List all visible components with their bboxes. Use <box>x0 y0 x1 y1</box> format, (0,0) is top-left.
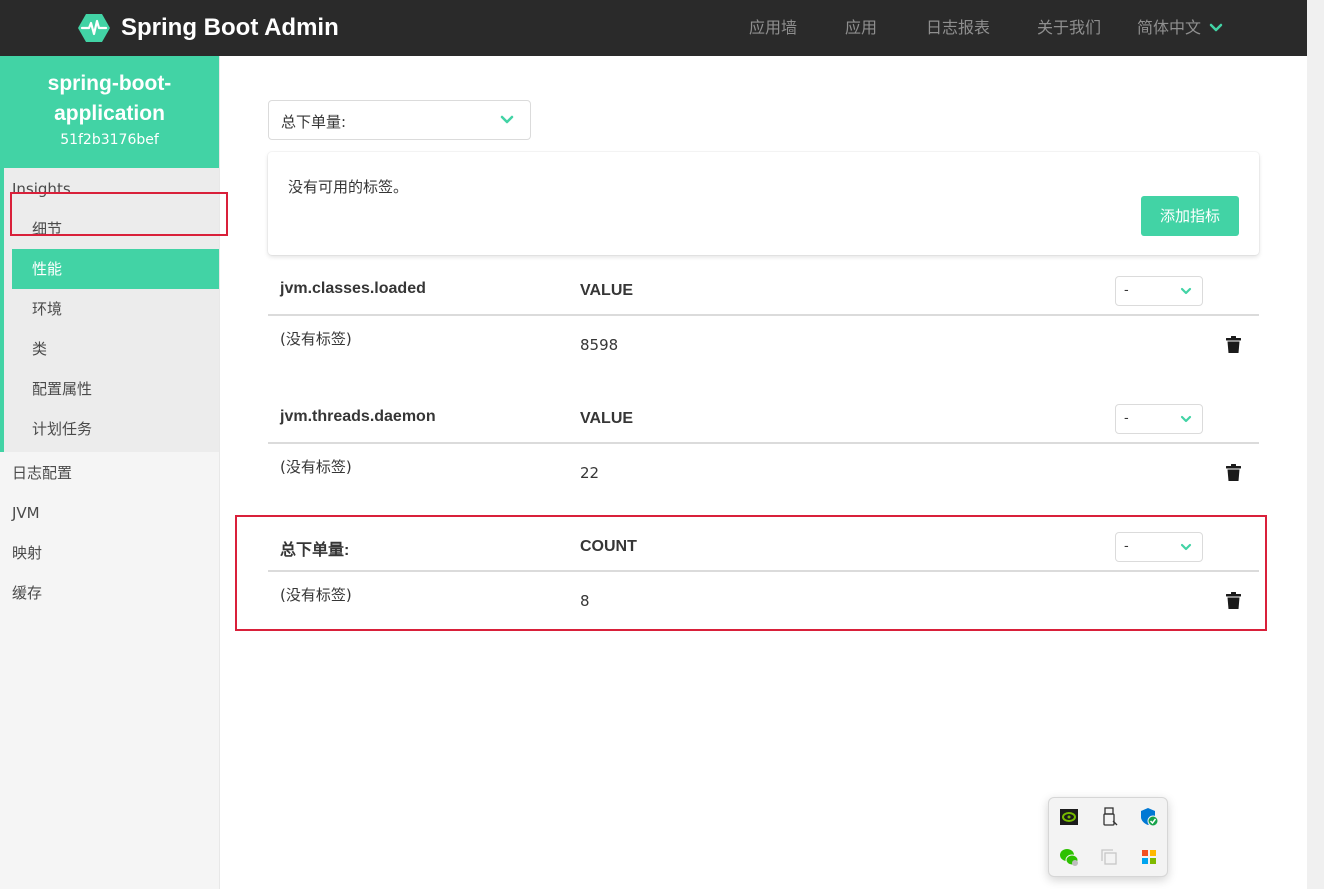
metric-header-row: jvm.threads.daemon VALUE - <box>268 396 1259 444</box>
sidebar-item-metrics[interactable]: 性能 <box>12 249 219 289</box>
nvidia-icon[interactable] <box>1059 807 1079 827</box>
window-copy-icon[interactable] <box>1099 847 1119 867</box>
top-navbar: Spring Boot Admin 应用墙 应用 日志报表 关于我们 简体中文 <box>0 0 1307 56</box>
nav-about[interactable]: 关于我们 <box>1037 18 1101 38</box>
sidebar-item-label: 性能 <box>32 260 63 278</box>
metric-tags: (没有标签) <box>280 458 352 476</box>
metric-table: jvm.threads.daemon VALUE - (没有标签) 22 <box>268 396 1259 508</box>
sidebar-item-config-props[interactable]: 配置属性 <box>32 379 92 399</box>
metric-name: jvm.threads.daemon <box>280 408 436 425</box>
metric-value: 22 <box>580 464 600 482</box>
application-header: spring-boot-application 51f2b3176bef <box>0 56 219 168</box>
metric-select-value: 总下单量: <box>281 113 347 131</box>
metric-tags: (没有标签) <box>280 330 352 348</box>
color-app-icon[interactable] <box>1139 847 1159 867</box>
metric-value: 8598 <box>580 336 619 354</box>
language-label: 简体中文 <box>1137 18 1202 37</box>
scrollbar-track[interactable] <box>1307 0 1324 889</box>
nav-log-report[interactable]: 日志报表 <box>926 18 990 38</box>
sidebar-item-scheduled-tasks[interactable]: 计划任务 <box>32 419 92 439</box>
wechat-icon[interactable] <box>1059 847 1079 867</box>
sidebar-item-classes[interactable]: 类 <box>32 339 47 359</box>
sidebar-item-caches[interactable]: 缓存 <box>12 583 42 603</box>
usb-drive-icon[interactable] <box>1099 807 1119 827</box>
no-tags-message: 没有可用的标签。 <box>288 178 409 196</box>
add-metric-button[interactable]: 添加指标 <box>1141 196 1239 236</box>
metric-name: jvm.classes.loaded <box>280 280 426 297</box>
language-dropdown[interactable]: 简体中文 <box>1137 18 1223 38</box>
chevron-down-icon <box>1180 415 1192 423</box>
metric-format-select[interactable]: - <box>1115 276 1203 306</box>
trash-icon[interactable] <box>1226 336 1241 353</box>
sidebar-item-loggers[interactable]: 日志配置 <box>12 463 72 483</box>
heartbeat-logo-icon <box>78 14 110 42</box>
instance-id: 51f2b3176bef <box>60 132 159 148</box>
nav-applications[interactable]: 应用 <box>845 18 877 38</box>
chevron-down-icon <box>500 115 514 124</box>
nav-wallboard[interactable]: 应用墙 <box>749 18 797 38</box>
brand[interactable]: Spring Boot Admin <box>78 13 339 43</box>
chevron-down-icon <box>1180 287 1192 295</box>
security-shield-icon[interactable] <box>1139 807 1159 827</box>
metric-format-value: - <box>1124 411 1129 426</box>
chevron-down-icon <box>1209 23 1223 32</box>
metric-statistic: VALUE <box>580 282 634 299</box>
application-name: spring-boot-application <box>47 72 172 125</box>
metric-select[interactable]: 总下单量: <box>268 100 531 140</box>
metric-header-row: jvm.classes.loaded VALUE - <box>268 268 1259 316</box>
insights-accent-bar <box>0 168 4 452</box>
highlight-box-metric <box>235 515 1267 631</box>
brand-title: Spring Boot Admin <box>121 14 339 41</box>
metric-format-value: - <box>1124 283 1129 298</box>
sidebar-item-environment[interactable]: 环境 <box>32 299 62 319</box>
highlight-box-sidebar <box>10 192 228 236</box>
metric-table: jvm.classes.loaded VALUE - (没有标签) 8598 <box>268 268 1259 380</box>
tags-card: 没有可用的标签。 添加指标 <box>268 152 1259 255</box>
sidebar: spring-boot-application 51f2b3176bef Ins… <box>0 56 220 889</box>
metric-statistic: VALUE <box>580 410 634 427</box>
trash-icon[interactable] <box>1226 464 1241 481</box>
sidebar-item-jvm[interactable]: JVM <box>12 503 40 523</box>
metric-format-select[interactable]: - <box>1115 404 1203 434</box>
system-tray-overflow <box>1048 797 1168 877</box>
sidebar-item-mappings[interactable]: 映射 <box>12 543 42 563</box>
